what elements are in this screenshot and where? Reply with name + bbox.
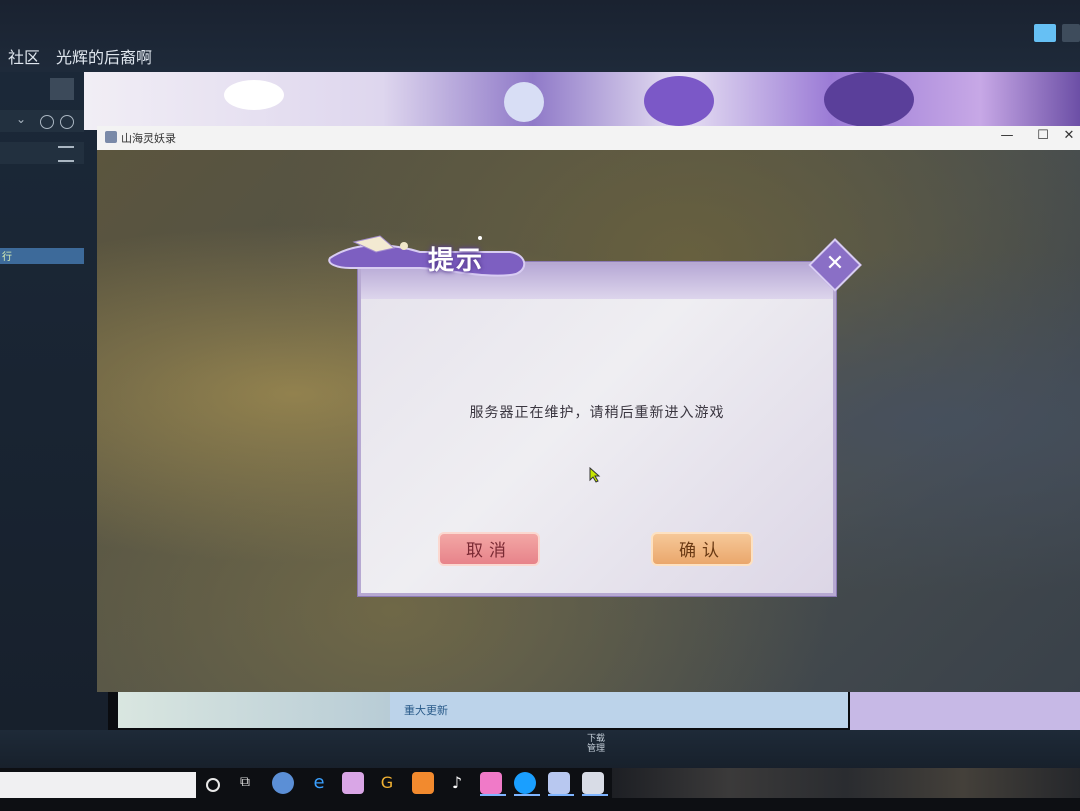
game-window-title: 山海灵妖录 — [121, 132, 176, 145]
dialog-message: 服务器正在维护，请稍后重新进入游戏 — [469, 405, 725, 421]
folder-icon[interactable] — [342, 772, 364, 794]
cancel-button[interactable]: 取消 — [438, 532, 540, 566]
hero-art — [224, 80, 284, 110]
sidebar-item-active-game[interactable]: 行 — [0, 248, 84, 264]
search-icon[interactable] — [206, 778, 220, 792]
dialog-title: 提示 — [428, 246, 485, 276]
active-app-indicator — [582, 794, 608, 796]
browser-icon[interactable] — [272, 772, 294, 794]
app-icon[interactable] — [412, 772, 434, 794]
steam-icon[interactable] — [514, 772, 536, 794]
hero-art — [644, 76, 714, 126]
download-manager-label[interactable]: 下载 管理 — [586, 734, 606, 754]
notice-dialog — [358, 262, 836, 596]
nav-community[interactable]: 社区 — [8, 44, 40, 68]
mouse-cursor-icon — [589, 467, 601, 483]
desk-background — [612, 768, 1080, 798]
chevron-down-icon[interactable]: ⌄ — [16, 112, 26, 126]
steam-topbar: 社区 光辉的后裔啊 — [0, 0, 1080, 72]
hero-art — [504, 82, 544, 122]
active-app-indicator — [514, 794, 540, 796]
window-close-button[interactable]: ✕ — [1059, 128, 1079, 143]
active-app-indicator — [480, 794, 506, 796]
close-icon[interactable]: ✕ — [822, 250, 848, 278]
grid-view-icon[interactable] — [50, 78, 74, 100]
taskbar-search-box[interactable] — [0, 772, 196, 798]
steam-bottombar — [0, 730, 1080, 770]
steam-sidebar: ⌄ 行 — [0, 72, 108, 732]
minimize-button[interactable]: — — [997, 128, 1017, 143]
confirm-button[interactable]: 确认 — [651, 532, 753, 566]
notification-button[interactable] — [1062, 24, 1080, 42]
tiktok-icon[interactable]: ♪ — [446, 772, 468, 794]
chrome-icon[interactable]: G — [376, 772, 398, 794]
game-titlebar: 山海灵妖录 — ☐ ✕ — [97, 126, 1080, 151]
task-view-icon[interactable]: ⧉ — [240, 774, 262, 796]
game-icon[interactable] — [548, 772, 570, 794]
news-title[interactable]: 重大更新 — [404, 702, 448, 718]
clock-icon[interactable] — [40, 115, 54, 129]
game-app-icon — [105, 131, 117, 143]
dialog-title-ribbon — [328, 235, 526, 277]
screen-icon[interactable] — [582, 772, 604, 794]
bilibili-icon[interactable] — [480, 772, 502, 794]
edge-icon[interactable]: e — [308, 772, 330, 794]
maximize-button[interactable]: ☐ — [1033, 128, 1053, 143]
announcement-button[interactable] — [1034, 24, 1056, 42]
news-image — [118, 692, 390, 728]
profile-name[interactable]: 光辉的后裔啊 — [56, 44, 152, 68]
game-hero-banner — [84, 72, 1080, 130]
play-icon[interactable] — [60, 115, 74, 129]
filter-icon[interactable] — [58, 146, 74, 162]
hero-art — [824, 72, 914, 127]
news-art — [850, 692, 1080, 730]
active-app-indicator — [548, 794, 574, 796]
